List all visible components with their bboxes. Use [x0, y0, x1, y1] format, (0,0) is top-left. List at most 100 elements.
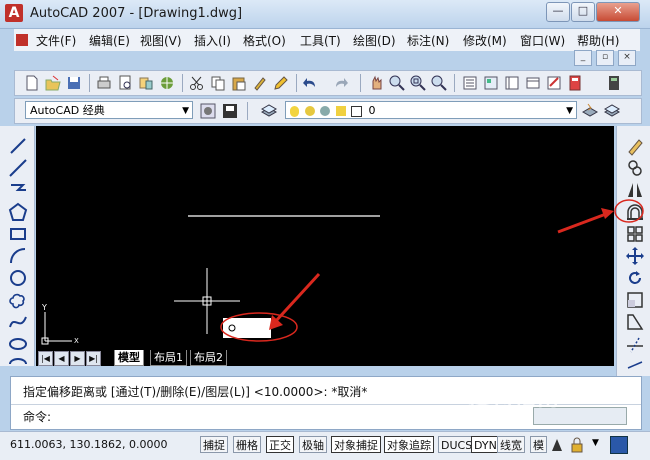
redo-icon[interactable] [331, 74, 349, 92]
revision-cloud-icon[interactable] [8, 290, 28, 310]
ellipse-icon[interactable] [8, 334, 28, 354]
menu-file[interactable]: 文件(F) [36, 32, 76, 49]
tab-layout1[interactable]: 布局1 [150, 350, 187, 366]
circle-icon[interactable] [8, 268, 28, 288]
layer-previous-icon[interactable] [603, 102, 621, 120]
menu-draw[interactable]: 绘图(D) [353, 32, 396, 49]
status-menu-icon[interactable]: ▼ [592, 438, 604, 452]
document-window-controls: _ ▫ × [562, 50, 640, 66]
workspace-value: AutoCAD 经典 [30, 104, 105, 117]
line-icon[interactable] [8, 136, 28, 156]
properties-icon[interactable] [461, 74, 479, 92]
cut-icon[interactable] [188, 74, 206, 92]
design-center-icon[interactable] [482, 74, 500, 92]
doc-close-button[interactable]: × [618, 50, 636, 66]
calculator-icon[interactable] [605, 74, 623, 92]
close-button[interactable]: ✕ [596, 2, 640, 22]
minimize-button[interactable]: — [546, 2, 570, 22]
menu-view[interactable]: 视图(V) [140, 32, 182, 49]
lock-icon[interactable] [570, 437, 584, 453]
first-tab-icon[interactable]: |◀ [38, 351, 53, 366]
zoom-previous-icon[interactable] [430, 74, 448, 92]
rectangle-icon[interactable] [8, 224, 28, 244]
block-editor-icon[interactable] [272, 74, 290, 92]
polygon-icon[interactable] [8, 202, 28, 222]
maximize-button[interactable]: □ [571, 2, 595, 22]
clean-screen-icon[interactable] [610, 436, 628, 454]
new-file-icon[interactable] [23, 74, 41, 92]
otrack-toggle[interactable]: 对象追踪 [384, 436, 434, 453]
menu-edit[interactable]: 编辑(E) [89, 32, 130, 49]
sun-icon [304, 106, 315, 116]
construction-line-icon[interactable] [8, 158, 28, 178]
trim-icon[interactable] [625, 334, 645, 354]
snap-toggle[interactable]: 捕捉 [200, 436, 228, 453]
polyline-icon[interactable] [8, 180, 28, 200]
dynamic-input-box[interactable] [223, 318, 271, 338]
coordinate-readout[interactable]: 611.0063, 130.1862, 0.0000 [10, 438, 167, 451]
match-properties-icon[interactable] [251, 74, 269, 92]
menu-window[interactable]: 窗口(W) [520, 32, 565, 49]
ellipse-arc-icon[interactable] [8, 354, 28, 374]
status-bar: 611.0063, 130.1862, 0.0000 捕捉 栅格 正交 极轴 对… [0, 431, 650, 460]
lightbulb-icon [290, 105, 299, 117]
osnap-toggle[interactable]: 对象捕捉 [331, 436, 381, 453]
zoom-window-icon[interactable] [409, 74, 427, 92]
undo-icon[interactable] [302, 74, 320, 92]
copy-object-icon[interactable] [625, 158, 645, 178]
doc-restore-button[interactable]: ▫ [596, 50, 614, 66]
lineweight-toggle[interactable]: 线宽 [497, 436, 525, 453]
layer-manager-icon[interactable] [260, 102, 278, 120]
make-layer-current-icon[interactable] [581, 102, 599, 120]
paste-icon[interactable] [230, 74, 248, 92]
prev-tab-icon[interactable]: ◀ [54, 351, 69, 366]
markup-set-icon[interactable] [545, 74, 563, 92]
publish-icon[interactable] [137, 74, 155, 92]
tab-model[interactable]: 模型 [114, 350, 144, 366]
annotation-scale-icon[interactable] [550, 437, 564, 453]
3d-dwf-icon[interactable] [158, 74, 176, 92]
drawing-canvas[interactable]: Y X [36, 126, 614, 364]
print-icon[interactable] [95, 74, 113, 92]
rotate-icon[interactable] [625, 268, 645, 288]
model-toggle[interactable]: 模 [530, 436, 547, 453]
extend-icon[interactable] [625, 354, 645, 374]
dyn-toggle[interactable]: DYN [471, 436, 500, 453]
quickcalc-icon[interactable] [566, 74, 584, 92]
plot-preview-icon[interactable] [116, 74, 134, 92]
erase-icon[interactable] [625, 136, 645, 156]
layer-dropdown[interactable]: 0 ▼ [285, 101, 577, 119]
command-prompt[interactable]: 命令: [23, 408, 51, 425]
pan-icon[interactable] [367, 74, 385, 92]
menu-help[interactable]: 帮助(H) [577, 32, 619, 49]
spline-icon[interactable] [8, 312, 28, 332]
tool-palettes-icon[interactable] [503, 74, 521, 92]
ducs-toggle[interactable]: DUCS [438, 436, 476, 453]
move-icon[interactable] [625, 246, 645, 266]
scale-icon[interactable] [625, 290, 645, 310]
ortho-toggle[interactable]: 正交 [266, 436, 294, 453]
stretch-icon[interactable] [625, 312, 645, 332]
menu-format[interactable]: 格式(O) [243, 32, 286, 49]
polar-toggle[interactable]: 极轴 [299, 436, 327, 453]
menu-insert[interactable]: 插入(I) [194, 32, 231, 49]
tab-layout2[interactable]: 布局2 [190, 350, 227, 366]
open-file-icon[interactable] [44, 74, 62, 92]
zoom-realtime-icon[interactable] [388, 74, 406, 92]
save-icon[interactable] [65, 74, 83, 92]
menu-modify[interactable]: 修改(M) [463, 32, 507, 49]
sheet-set-icon[interactable] [524, 74, 542, 92]
doc-minimize-button[interactable]: _ [574, 50, 592, 66]
menu-tools[interactable]: 工具(T) [300, 32, 341, 49]
menu-dimension[interactable]: 标注(N) [407, 32, 449, 49]
draw-toolbar [0, 126, 35, 366]
next-tab-icon[interactable]: ▶ [70, 351, 85, 366]
workspace-save-icon[interactable] [221, 102, 239, 120]
layer-color-swatch [351, 105, 362, 117]
arc-icon[interactable] [8, 246, 28, 266]
last-tab-icon[interactable]: ▶| [86, 351, 101, 366]
grid-toggle[interactable]: 栅格 [233, 436, 261, 453]
workspace-settings-icon[interactable] [199, 102, 217, 120]
copy-icon[interactable] [209, 74, 227, 92]
workspace-dropdown[interactable]: AutoCAD 经典 ▼ [25, 101, 193, 119]
